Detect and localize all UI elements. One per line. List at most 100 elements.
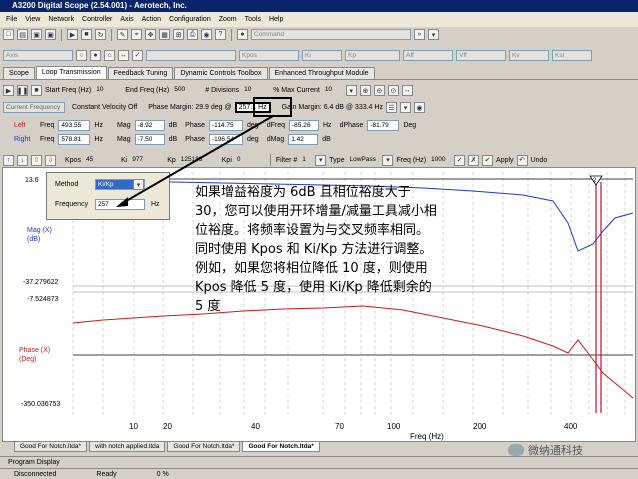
aff-field[interactable]: Aff bbox=[403, 49, 453, 61]
ksi-field[interactable]: Ksi bbox=[552, 49, 592, 61]
left-phase-value: -114.75 bbox=[209, 120, 244, 131]
save-as-icon[interactable]: ▣ bbox=[45, 29, 56, 40]
max-current-input[interactable]: 10 bbox=[323, 85, 343, 96]
undo-button[interactable]: Undo bbox=[531, 157, 548, 164]
play-icon[interactable]: ▶ bbox=[3, 85, 14, 96]
frequency-input[interactable]: 257 bbox=[95, 199, 145, 210]
x-tick-200: 200 bbox=[473, 422, 487, 431]
constant-velocity-off[interactable]: Constant Velocity Off bbox=[72, 104, 137, 111]
tab-feedback-tuning[interactable]: Feedback Tuning bbox=[107, 67, 174, 79]
apply-button[interactable]: Apply bbox=[496, 157, 514, 164]
zoom-fit-icon[interactable]: ⊙ bbox=[387, 85, 399, 96]
tab-dynamic-controls[interactable]: Dynamic Controls Toolbox bbox=[174, 67, 268, 79]
edit-icon[interactable]: ✎ bbox=[117, 29, 128, 40]
stop-icon[interactable]: ■ bbox=[31, 85, 42, 96]
kv-field[interactable]: Kv bbox=[509, 49, 549, 61]
menu-axis[interactable]: Axis bbox=[120, 16, 133, 23]
filter-freq-value[interactable]: 1000 bbox=[429, 155, 451, 166]
increase-icon[interactable]: ⇧ bbox=[31, 154, 42, 166]
help-icon[interactable]: ? bbox=[215, 29, 226, 40]
grid-icon[interactable]: ▦ bbox=[159, 29, 170, 40]
menu-action[interactable]: Action bbox=[142, 16, 161, 23]
decrease-icon[interactable]: ⇩ bbox=[45, 154, 56, 166]
kpos-value[interactable]: 45 bbox=[84, 155, 118, 166]
tab-loop-transmission[interactable]: Loop Transmission bbox=[35, 66, 107, 79]
menu-file[interactable]: File bbox=[6, 16, 17, 23]
kp-field[interactable]: Kp bbox=[345, 49, 400, 61]
file-tab-4[interactable]: Good For Notch.ltda* bbox=[242, 442, 320, 452]
menu-tools[interactable]: Tools bbox=[245, 16, 261, 23]
dropdown-icon[interactable]: ▾ bbox=[399, 102, 411, 113]
menu-network[interactable]: Network bbox=[48, 16, 74, 23]
tab-scope[interactable]: Scope bbox=[3, 67, 35, 79]
collect-icon[interactable]: ▶ bbox=[67, 29, 78, 40]
zoom-out-icon[interactable]: ⊖ bbox=[373, 85, 385, 96]
axis-select[interactable]: Axis bbox=[3, 49, 73, 61]
kpos-field[interactable]: Kpos bbox=[239, 49, 299, 61]
axis-position-field[interactable] bbox=[146, 49, 236, 61]
right-cursor-row: Right Freq 578.81 Hz Mag -7.50 dB Phase … bbox=[14, 134, 331, 145]
file-tab-2[interactable]: with notch applied.ltda bbox=[89, 442, 166, 452]
kp-value[interactable]: 125183 bbox=[179, 155, 219, 166]
save-icon[interactable]: ▣ bbox=[31, 29, 42, 40]
current-frequency-button[interactable]: Current Frequency bbox=[3, 102, 65, 113]
x-tick-40: 40 bbox=[251, 422, 260, 431]
enable-icon[interactable]: ○ bbox=[76, 49, 87, 61]
cursor-icon[interactable]: ⌖ bbox=[131, 29, 142, 40]
refresh-icon[interactable]: ↻ bbox=[95, 29, 106, 40]
max-current-dropdown-icon[interactable]: ▾ bbox=[345, 85, 357, 96]
stop-program-icon[interactable]: ● bbox=[237, 29, 248, 40]
open-icon[interactable]: ▤ bbox=[17, 29, 28, 40]
vff-field[interactable]: Vff bbox=[456, 49, 506, 61]
measure-icon[interactable]: ⊞ bbox=[173, 29, 184, 40]
menu-help[interactable]: Help bbox=[269, 16, 283, 23]
filter-remove-icon[interactable]: ✗ bbox=[468, 154, 480, 166]
dropdown-icon[interactable]: ▾ bbox=[428, 29, 439, 40]
home-icon[interactable]: ⌂ bbox=[104, 49, 115, 61]
eye-icon[interactable]: ◉ bbox=[413, 102, 425, 113]
tab-enhanced-throughput[interactable]: Enhanced Throughput Module bbox=[268, 67, 375, 79]
program-display-label[interactable]: Program Display bbox=[8, 459, 60, 466]
ki-value[interactable]: 977 bbox=[130, 155, 164, 166]
list-icon[interactable]: ☰ bbox=[385, 102, 397, 113]
menu-controller[interactable]: Controller bbox=[82, 16, 112, 23]
new-icon[interactable]: □ bbox=[3, 29, 14, 40]
run-command-icon[interactable]: » bbox=[414, 29, 425, 40]
type-value[interactable]: LowPass bbox=[347, 155, 379, 166]
filter-wand-icon[interactable]: ✓ bbox=[454, 154, 466, 166]
start-freq-input[interactable]: 10 bbox=[94, 85, 122, 96]
filter-dropdown-icon[interactable]: ▾ bbox=[315, 154, 327, 166]
menu-configuration[interactable]: Configuration bbox=[169, 16, 211, 23]
dmag-label: dMag bbox=[266, 136, 285, 143]
end-freq-input[interactable]: 500 bbox=[172, 85, 202, 96]
x-tick-20: 20 bbox=[163, 422, 172, 431]
frequency-label: Frequency bbox=[55, 201, 89, 208]
jog-icon[interactable]: ↔ bbox=[118, 49, 129, 61]
menu-view[interactable]: View bbox=[25, 16, 40, 23]
disable-icon[interactable]: ● bbox=[90, 49, 101, 61]
arrow-down-icon[interactable]: ↓ bbox=[17, 154, 28, 166]
command-field[interactable]: Command bbox=[251, 29, 411, 40]
file-tab-3[interactable]: Good For Notch.ltda* bbox=[167, 442, 241, 452]
file-tab-1[interactable]: Good For Notch.ltda* bbox=[14, 442, 88, 452]
kpi-value[interactable]: 0 bbox=[235, 155, 265, 166]
method-dropdown-icon[interactable]: ▾ bbox=[133, 179, 144, 190]
arrow-up-icon[interactable]: ↑ bbox=[3, 154, 14, 166]
pause-icon[interactable]: ❚❚ bbox=[17, 85, 28, 96]
print-icon[interactable]: ⎙ bbox=[187, 29, 198, 40]
type-dropdown-icon[interactable]: ▾ bbox=[382, 154, 394, 166]
camera-icon[interactable]: ◉ bbox=[201, 29, 212, 40]
left-freq-value: 493.55 bbox=[58, 120, 91, 131]
menu-zoom[interactable]: Zoom bbox=[219, 16, 237, 23]
pan-icon[interactable]: ✥ bbox=[145, 29, 156, 40]
right-deg: deg bbox=[247, 136, 259, 143]
divisions-input[interactable]: 10 bbox=[242, 85, 270, 96]
filter-number[interactable]: 1 bbox=[300, 155, 312, 166]
ack-icon[interactable]: ✓ bbox=[132, 49, 143, 61]
ki-field[interactable]: Ki bbox=[302, 49, 342, 61]
zoom-in-icon[interactable]: ⊕ bbox=[359, 85, 371, 96]
zoom-x-icon[interactable]: ↔ bbox=[401, 85, 413, 96]
stop-icon[interactable]: ■ bbox=[81, 29, 92, 40]
left-phase-label: Phase bbox=[185, 122, 206, 129]
right-mag-value: -7.50 bbox=[134, 134, 165, 145]
